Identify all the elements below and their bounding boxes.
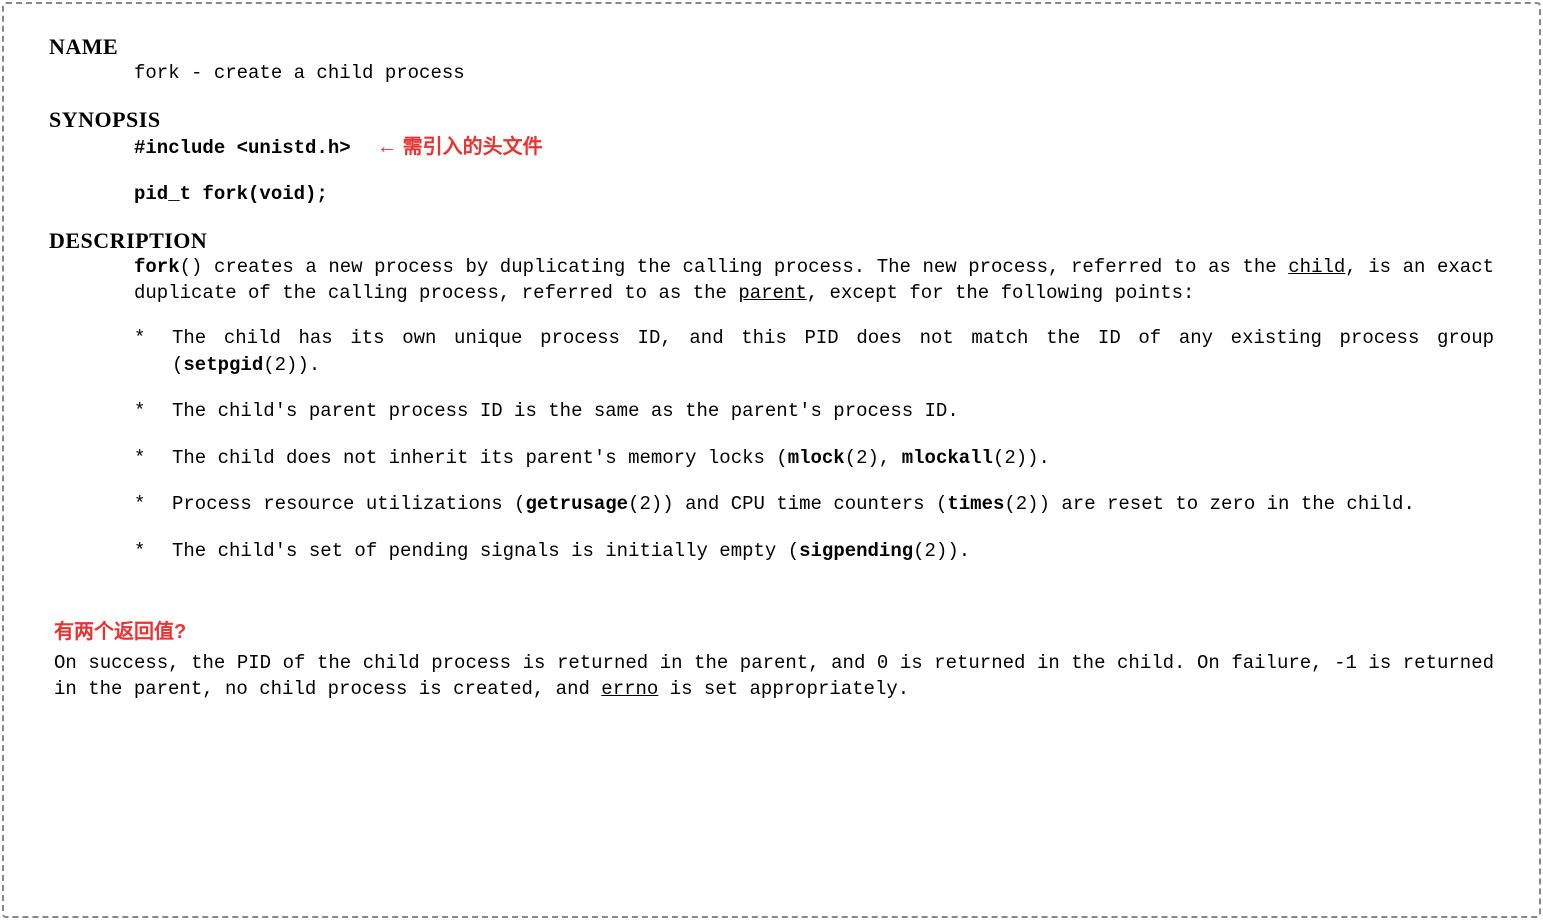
- b3-pre: Process resource utilizations (: [172, 493, 525, 515]
- bullet-text: The child's parent process ID is the sam…: [172, 398, 1494, 425]
- b2-bold: mlock: [788, 447, 845, 469]
- b2-bold2: mlockall: [902, 447, 993, 469]
- bullet-item: * The child has its own unique process I…: [49, 325, 1494, 378]
- b3-post: (2)) are reset to zero in the child.: [1004, 493, 1414, 515]
- b2-mid: (2),: [845, 447, 902, 469]
- bullet-star-icon: *: [134, 398, 172, 425]
- bullet-star-icon: *: [134, 538, 172, 565]
- b0-pre: The child has its own unique process ID,…: [172, 327, 1494, 376]
- fork-bold: fork: [134, 256, 180, 278]
- name-header: NAME: [49, 34, 1494, 60]
- bullet-text: The child's set of pending signals is in…: [172, 538, 1494, 565]
- annotation-text: 需引入的头文件: [403, 136, 543, 158]
- bullet-text: Process resource utilizations (getrusage…: [172, 491, 1494, 518]
- bullet-star-icon: *: [134, 445, 172, 472]
- include-annotation: ← 需引入的头文件: [377, 133, 543, 161]
- child-underline: child: [1288, 256, 1345, 278]
- bullet-item: * The child's set of pending signals is …: [49, 538, 1494, 565]
- b4-post: (2)).: [913, 540, 970, 562]
- bullet-text: The child has its own unique process ID,…: [172, 325, 1494, 378]
- b3-bold2: times: [947, 493, 1004, 515]
- include-directive: #include <unistd.h>: [134, 137, 351, 159]
- b2-post: (2)).: [993, 447, 1050, 469]
- b4-bold: sigpending: [799, 540, 913, 562]
- bullet-star-icon: *: [134, 325, 172, 378]
- bullet-text: The child does not inherit its parent's …: [172, 445, 1494, 472]
- b4-pre: The child's set of pending signals is in…: [172, 540, 799, 562]
- name-line: fork - create a child process: [49, 60, 1494, 87]
- bullet-item: * The child does not inherit its parent'…: [49, 445, 1494, 472]
- description-header: DESCRIPTION: [49, 228, 1494, 254]
- synopsis-header: SYNOPSIS: [49, 107, 1494, 133]
- b0-post: (2)).: [263, 354, 320, 376]
- return-annotation: 有两个返回值?: [49, 615, 1494, 644]
- synopsis-include: #include <unistd.h> ← 需引入的头文件: [49, 133, 1494, 162]
- b2-pre: The child does not inherit its parent's …: [172, 447, 788, 469]
- return-value-text: On success, the PID of the child process…: [49, 650, 1494, 703]
- arrow-left-icon: ←: [377, 136, 397, 158]
- b3-mid: (2)) and CPU time counters (: [628, 493, 947, 515]
- rv-t2: is set appropriately.: [658, 678, 909, 700]
- b3-bold: getrusage: [525, 493, 628, 515]
- intro-t1: creates a new process by duplicating the…: [202, 256, 1288, 278]
- manpage-container: NAME fork - create a child process SYNOP…: [2, 2, 1541, 918]
- b1-pre: The child's parent process ID is the sam…: [172, 400, 959, 422]
- bullet-item: * The child's parent process ID is the s…: [49, 398, 1494, 425]
- b0-bold: setpgid: [183, 354, 263, 376]
- fork-paren: (): [180, 256, 203, 278]
- rv-errno: errno: [601, 678, 658, 700]
- intro-t3: , except for the following points:: [807, 282, 1195, 304]
- description-intro: fork() creates a new process by duplicat…: [49, 254, 1494, 307]
- bullet-star-icon: *: [134, 491, 172, 518]
- synopsis-signature: pid_t fork(void);: [49, 181, 1494, 208]
- parent-underline: parent: [738, 282, 806, 304]
- bullet-item: * Process resource utilizations (getrusa…: [49, 491, 1494, 518]
